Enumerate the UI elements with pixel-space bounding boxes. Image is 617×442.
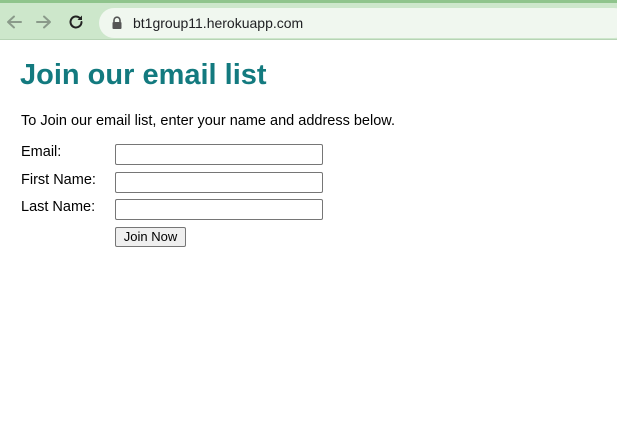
email-label: Email: [21, 144, 62, 160]
first-name-field[interactable] [115, 172, 323, 193]
url-text: bt1group11.herokuapp.com [133, 15, 304, 31]
lock-icon [112, 16, 122, 29]
email-field[interactable] [115, 144, 323, 165]
forward-arrow-icon[interactable] [33, 11, 55, 33]
back-arrow-icon[interactable] [3, 11, 25, 33]
first-name-label: First Name: [21, 172, 96, 188]
browser-toolbar: bt1group11.herokuapp.com [0, 0, 617, 40]
reload-icon[interactable] [65, 11, 87, 33]
last-name-field[interactable] [115, 199, 323, 220]
page-title: Join our email list [20, 59, 267, 91]
last-name-label: Last Name: [21, 199, 96, 215]
address-bar[interactable]: bt1group11.herokuapp.com [99, 8, 617, 38]
intro-text: To Join our email list, enter your name … [21, 113, 395, 129]
join-now-button[interactable]: Join Now [115, 227, 186, 247]
